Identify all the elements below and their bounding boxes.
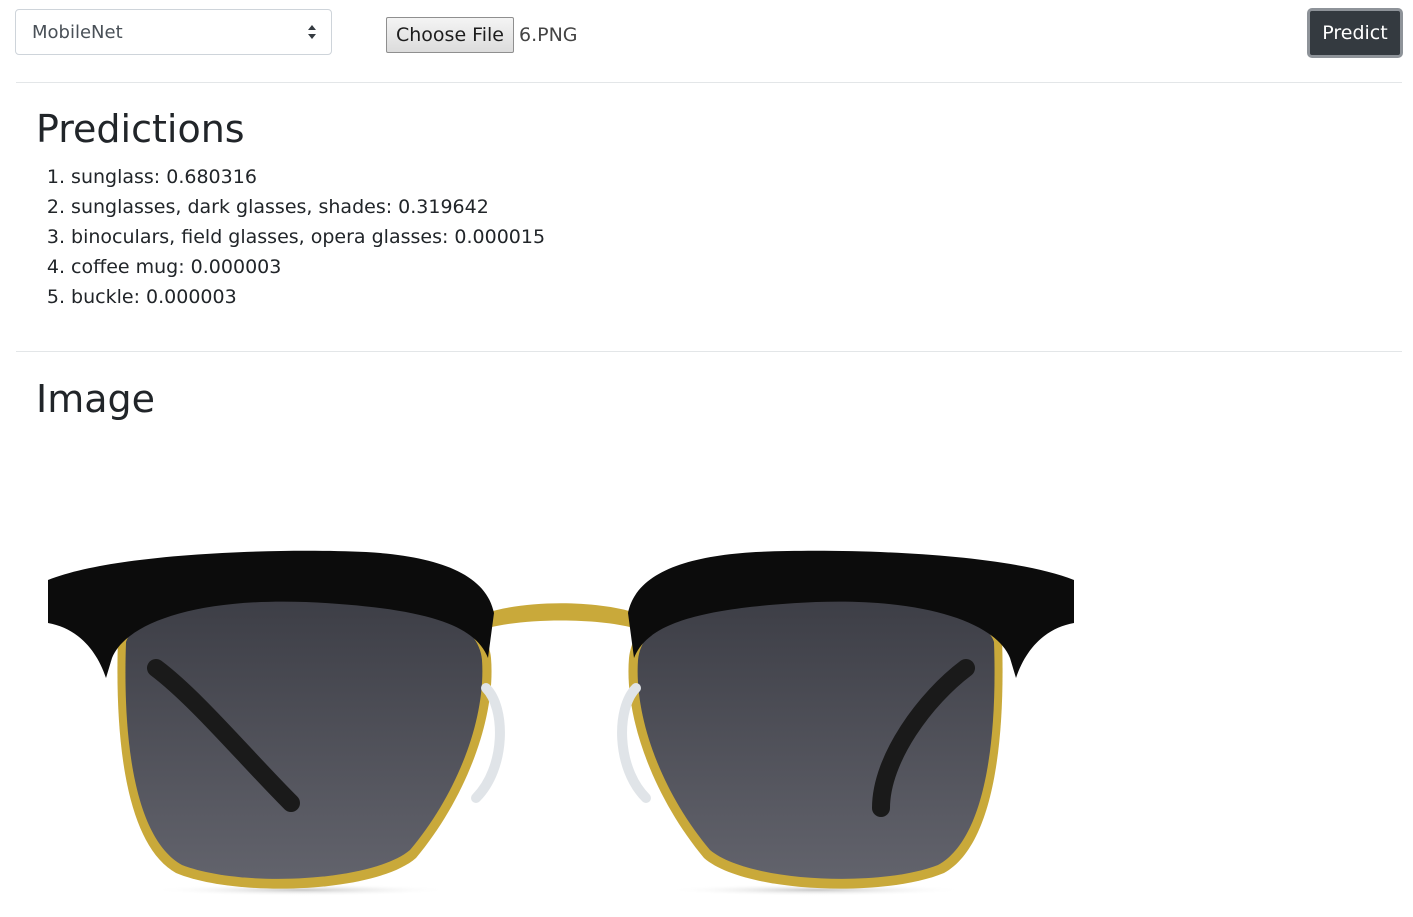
file-picker: Choose File 6.PNG (386, 17, 578, 53)
prediction-rank: 1. (46, 166, 65, 188)
predictions-title: Predictions (36, 107, 245, 151)
image-title: Image (36, 377, 156, 421)
prediction-item: 3. binoculars, field glasses, opera glas… (36, 222, 545, 252)
prediction-item: 2. sunglasses, dark glasses, shades: 0.3… (36, 192, 545, 222)
sunglasses-illustration (48, 550, 1074, 896)
prediction-text: sunglasses, dark glasses, shades: 0.3196… (71, 196, 489, 218)
predict-button[interactable]: Predict (1307, 8, 1403, 58)
toolbar: MobileNet Choose File 6.PNG Predict (0, 0, 1413, 82)
choose-file-button[interactable]: Choose File (386, 17, 514, 53)
up-down-caret-icon (308, 25, 316, 39)
prediction-rank: 4. (46, 256, 65, 278)
prediction-rank: 3. (46, 226, 65, 248)
divider-top (16, 82, 1402, 83)
prediction-rank: 5. (46, 286, 65, 308)
prediction-text: buckle: 0.000003 (71, 286, 237, 308)
model-select[interactable]: MobileNet (15, 9, 332, 55)
prediction-item: 1. sunglass: 0.680316 (36, 162, 545, 192)
divider-middle (16, 351, 1402, 352)
prediction-text: binoculars, field glasses, opera glasses… (71, 226, 546, 248)
prediction-item: 5. buckle: 0.000003 (36, 282, 545, 312)
prediction-text: coffee mug: 0.000003 (71, 256, 282, 278)
predictions-list: 1. sunglass: 0.680316 2. sunglasses, dar… (36, 162, 545, 312)
prediction-item: 4. coffee mug: 0.000003 (36, 252, 545, 282)
model-select-value: MobileNet (32, 21, 123, 43)
prediction-text: sunglass: 0.680316 (71, 166, 257, 188)
uploaded-image (36, 538, 1086, 913)
selected-file-name: 6.PNG (518, 24, 578, 46)
prediction-rank: 2. (46, 196, 65, 218)
